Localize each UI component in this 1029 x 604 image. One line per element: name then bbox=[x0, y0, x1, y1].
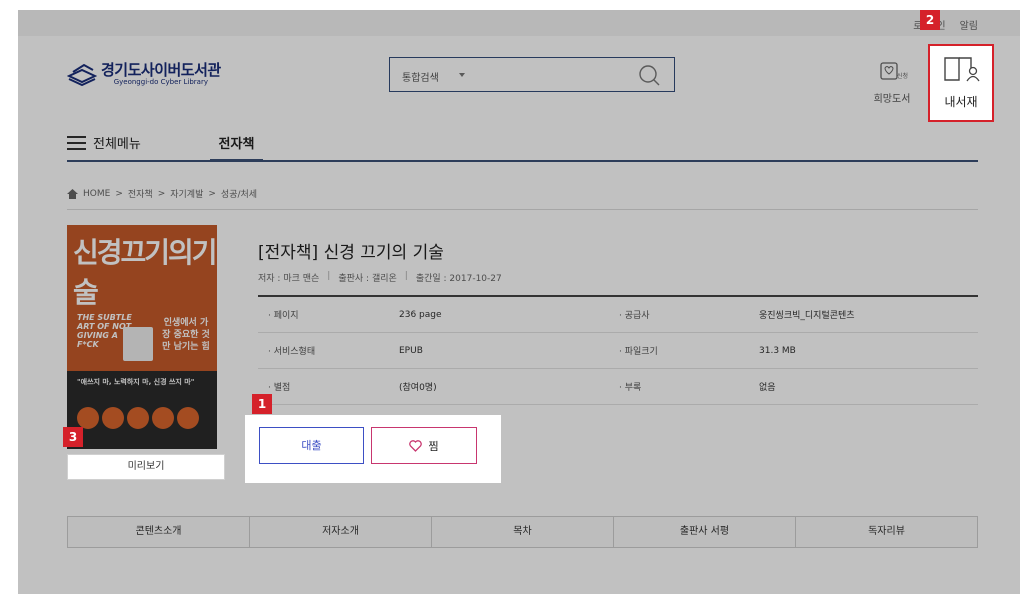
meta-sep: | bbox=[327, 271, 331, 281]
site-logo[interactable]: 경기도사이버도서관 Gyeonggi-do Cyber Library bbox=[67, 62, 221, 86]
step-badge-2: 2 bbox=[920, 10, 940, 30]
breadcrumb: HOME > 전자책 > 자기계발 > 성공/처세 bbox=[67, 187, 257, 200]
book-meta: 저자 : 마크 맨슨 | 출판사 : 갤리온 | 출간일 : 2017-10-2… bbox=[258, 271, 502, 284]
book-pubdate: 출간일 : 2017-10-27 bbox=[415, 274, 502, 284]
wish-button-label: 찜 bbox=[428, 439, 439, 453]
info-key: · 부록 bbox=[619, 383, 642, 393]
page-frame: 로 인 알림 경기도사이버도서관 Gyeonggi-do Cyber Libra… bbox=[18, 10, 1020, 594]
info-key: · 공급사 bbox=[619, 311, 650, 321]
cover-subtitle: 인생에서 가장 중요한 것만 남기는 힘 bbox=[162, 318, 210, 352]
home-icon[interactable] bbox=[67, 188, 78, 199]
divider bbox=[67, 209, 978, 210]
tab-toc[interactable]: 목차 bbox=[432, 517, 614, 547]
breadcrumb-selfhelp[interactable]: 자기계발 bbox=[170, 187, 203, 200]
breadcrumb-home[interactable]: HOME bbox=[83, 189, 110, 199]
wish-button[interactable]: 찜 bbox=[371, 427, 477, 464]
book-publisher: 출판사 : 갤리온 bbox=[338, 274, 397, 284]
wish-book-icon: 신청 bbox=[880, 62, 908, 80]
highlight-box-mylib bbox=[928, 44, 994, 122]
meta-sep: | bbox=[404, 271, 408, 281]
book-cover: 신경끄기의기술 THE SUBTLE ART OF NOT GIVING A F… bbox=[67, 225, 217, 449]
tab-ebook[interactable]: 전자책 bbox=[210, 132, 263, 162]
tab-reader-review[interactable]: 독자리뷰 bbox=[796, 517, 977, 547]
info-key: · 파일크기 bbox=[619, 347, 658, 357]
info-key: · 페이지 bbox=[268, 311, 299, 321]
book-stack-icon bbox=[67, 63, 97, 86]
info-value: 웅진씽크빅_디지털콘텐츠 bbox=[759, 311, 855, 321]
search-icon[interactable] bbox=[638, 64, 660, 86]
logo-subtext: Gyeonggi-do Cyber Library bbox=[113, 78, 208, 86]
breadcrumb-sep: > bbox=[157, 188, 166, 199]
utility-bar: 로 인 알림 bbox=[18, 10, 1020, 36]
trash-can-illustration bbox=[123, 327, 153, 361]
tab-author-intro[interactable]: 저자소개 bbox=[250, 517, 432, 547]
wish-book-label: 희망도서 bbox=[873, 94, 911, 105]
preview-button[interactable]: 미리보기 bbox=[67, 454, 225, 480]
caret-down-icon[interactable] bbox=[459, 73, 465, 77]
info-value: EPUB bbox=[399, 345, 423, 356]
info-key: · 별점 bbox=[268, 383, 291, 393]
all-menu-label: 전체메뉴 bbox=[93, 137, 141, 152]
all-menu-button[interactable]: 전체메뉴 bbox=[67, 133, 141, 152]
cover-badges bbox=[77, 407, 199, 429]
breadcrumb-sep: > bbox=[208, 188, 216, 199]
loan-button[interactable]: 대출 bbox=[259, 427, 364, 464]
breadcrumb-success[interactable]: 성공/처세 bbox=[221, 187, 257, 200]
info-value: (참여0명) bbox=[399, 383, 437, 393]
search-scope-select[interactable]: 통합검색 bbox=[402, 69, 439, 84]
alerts-link[interactable]: 알림 bbox=[960, 17, 978, 32]
step-badge-1: 1 bbox=[252, 394, 272, 414]
hamburger-icon bbox=[67, 135, 86, 150]
table-row: · 별점 (참여0명) · 부록 없음 bbox=[258, 369, 978, 405]
heart-icon bbox=[409, 439, 423, 452]
cover-title: 신경끄기의기술 bbox=[73, 236, 217, 309]
info-value: 31.3 MB bbox=[759, 345, 796, 356]
table-row: · 서비스형태 EPUB · 파일크기 31.3 MB bbox=[258, 333, 978, 369]
book-author: 저자 : 마크 맨슨 bbox=[258, 274, 320, 284]
action-panel: 대출 찜 bbox=[245, 415, 501, 483]
book-info-table: · 페이지 236 page · 공급사 웅진씽크빅_디지털콘텐츠 · 서비스형… bbox=[258, 295, 978, 405]
main-nav: 전체메뉴 전자책 bbox=[67, 132, 978, 162]
step-badge-3: 3 bbox=[63, 427, 83, 447]
info-key: · 서비스형태 bbox=[268, 347, 316, 357]
content-tabs: 콘텐츠소개 저자소개 목차 출판사 서평 독자리뷰 bbox=[67, 516, 978, 548]
cover-quote: "애쓰지 마, 노력하지 마, 신경 쓰지 마" bbox=[77, 378, 195, 386]
wish-book-button[interactable]: 신청 희망도서 bbox=[867, 58, 917, 105]
tab-content-intro[interactable]: 콘텐츠소개 bbox=[68, 517, 250, 547]
info-value: 236 page bbox=[399, 309, 442, 320]
wish-badge: 신청 bbox=[897, 72, 908, 80]
table-row: · 페이지 236 page · 공급사 웅진씽크빅_디지털콘텐츠 bbox=[258, 297, 978, 333]
logo-text: 경기도사이버도서관 bbox=[101, 61, 221, 79]
tab-publisher-review[interactable]: 출판사 서평 bbox=[614, 517, 796, 547]
breadcrumb-sep: > bbox=[115, 188, 123, 199]
book-title: [전자책] 신경 끄기의 기술 bbox=[258, 243, 444, 263]
info-value: 없음 bbox=[759, 383, 776, 393]
search-bar: 통합검색 bbox=[389, 57, 675, 92]
breadcrumb-ebook[interactable]: 전자책 bbox=[128, 187, 153, 200]
